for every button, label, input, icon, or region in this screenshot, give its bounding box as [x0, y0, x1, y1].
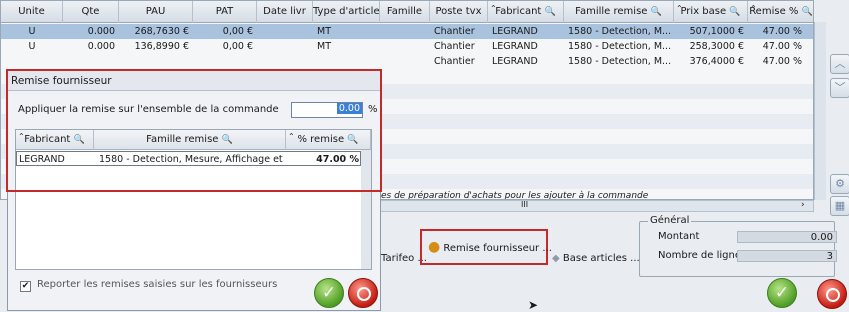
scroll-up-button[interactable]: ︿: [830, 54, 849, 74]
col-type-article[interactable]: Type d'article: [313, 1, 380, 23]
cell-unite: U: [28, 41, 36, 52]
cell-remise: 47.00 %: [762, 41, 802, 52]
cell-prix-base: 507,1000 €: [689, 26, 744, 37]
cell-remise: 47.00 %: [762, 26, 802, 37]
report-discounts-label: Reporter les remises saisies sur les fou…: [37, 279, 278, 290]
main-ok-button[interactable]: ✓: [767, 278, 797, 308]
remise-fournisseur-button[interactable]: ● Remise fournisseur ...: [428, 235, 552, 259]
base-articles-label: Base articles ...: [562, 253, 640, 264]
scroll-down-button[interactable]: ﹀: [830, 78, 849, 98]
search-icon[interactable]: 🔍: [545, 7, 556, 17]
col-prix-base-label: Prix base: [680, 6, 727, 17]
cell-poste: Chantier: [434, 56, 475, 67]
document-icon: ▦: [834, 199, 846, 212]
cell-pat: 0,00 €: [222, 41, 253, 52]
check-icon: ✓: [774, 283, 790, 303]
cell-unite: U: [28, 26, 36, 37]
cell-famille-remise: 1580 - Detection, M...: [568, 41, 672, 52]
grid-header: Unite Qte PAU PAT Date livr Type d'artic…: [1, 1, 813, 23]
chevron-down-icon: ﹀: [834, 81, 846, 94]
cell-type: MT: [317, 26, 331, 37]
search-icon[interactable]: 🔍: [651, 7, 662, 17]
montant-value: 0.00: [810, 232, 833, 243]
col-pat[interactable]: PAT: [193, 1, 257, 23]
cell-fabricant: LEGRAND: [492, 26, 538, 37]
col-famille-remise[interactable]: Famille remise 🔍: [564, 1, 674, 23]
cell-prix-base: 258,3000 €: [689, 41, 744, 52]
general-title: Général: [648, 215, 692, 226]
dialog-ok-button[interactable]: ✓: [314, 278, 344, 308]
table-row[interactable]: U 0.000 136,8990 € 0,00 € MT Chantier LE…: [1, 39, 813, 54]
check-icon: ✓: [321, 283, 337, 303]
main-cancel-button[interactable]: [817, 279, 847, 309]
vertical-scrollbar[interactable]: [814, 22, 826, 200]
col-fabricant-label: Fabricant: [495, 6, 542, 17]
cell-type: MT: [317, 41, 331, 52]
cell-famille-remise: 1580 - Detection, M...: [568, 56, 672, 67]
col-prix-base[interactable]: ⌃ Prix base 🔍: [674, 1, 748, 23]
remise-fournisseur-label: Remise fournisseur ...: [443, 243, 552, 254]
cell-poste: Chantier: [434, 26, 475, 37]
sort-icon: ⌃: [676, 4, 683, 13]
search-icon[interactable]: 🔍: [802, 7, 813, 17]
scroll-grip-icon: III: [521, 200, 529, 209]
col-famille-remise-label: Famille remise: [575, 6, 648, 17]
col-qte[interactable]: Qte: [63, 1, 119, 23]
col-poste-tvx[interactable]: Poste tvx: [430, 1, 488, 23]
general-summary: Général Montant Nombre de ligne: [639, 215, 835, 277]
horizontal-scrollbar[interactable]: III ›: [380, 200, 814, 212]
cell-pau: 268,7630 €: [134, 26, 189, 37]
sort-icon: ⌃: [750, 4, 757, 13]
coins-icon: ●: [428, 239, 441, 255]
scroll-right-icon[interactable]: ›: [801, 200, 805, 210]
search-icon[interactable]: 🔍: [729, 7, 740, 17]
lignes-label: Nombre de ligne: [658, 250, 741, 261]
col-fabricant[interactable]: ⌃ Fabricant 🔍: [488, 1, 564, 23]
col-pau[interactable]: PAU: [119, 1, 193, 23]
sort-icon: ⌃: [490, 4, 497, 13]
grid-footer-hint: es de préparation d'achats pour les ajou…: [381, 191, 649, 200]
export-button[interactable]: ▦: [830, 196, 849, 216]
report-discounts-checkbox[interactable]: ✔: [20, 281, 31, 292]
base-articles-button[interactable]: ◆ Base articles ...: [552, 247, 640, 271]
col-famille[interactable]: Famille: [380, 1, 430, 23]
table-row[interactable]: U 0.000 268,7630 € 0,00 € MT Chantier LE…: [1, 24, 813, 39]
montant-label: Montant: [658, 231, 700, 242]
settings-button[interactable]: ⚙: [830, 174, 849, 194]
cell-prix-base: 376,4000 €: [689, 56, 744, 67]
cell-fabricant: LEGRAND: [492, 41, 538, 52]
dialog-highlight-frame: [6, 69, 382, 192]
gear-icon: ⚙: [835, 177, 845, 190]
tag-icon: ◆: [552, 253, 560, 264]
cell-pat: 0,00 €: [222, 26, 253, 37]
chevron-up-icon: ︿: [834, 57, 846, 70]
mouse-cursor-icon: ➤: [528, 298, 539, 312]
cell-poste: Chantier: [434, 41, 475, 52]
cell-qte: 0.000: [87, 26, 115, 37]
cell-famille-remise: 1580 - Detection, M...: [568, 26, 672, 37]
lignes-value: 3: [826, 251, 833, 262]
cell-pau: 136,8990 €: [134, 41, 189, 52]
dialog-cancel-button[interactable]: [348, 278, 378, 308]
lignes-field: 3: [737, 250, 837, 262]
table-row[interactable]: Chantier LEGRAND 1580 - Detection, M... …: [1, 54, 813, 69]
col-remise[interactable]: ⌃ Remise % 🔍: [748, 1, 813, 23]
montant-field: 0.00: [737, 231, 837, 243]
col-unite[interactable]: Unite: [1, 1, 63, 23]
cell-fabricant: LEGRAND: [492, 56, 538, 67]
cell-remise: 47.00 %: [762, 56, 802, 67]
cell-qte: 0.000: [87, 41, 115, 52]
col-date-livr[interactable]: Date livr: [257, 1, 313, 23]
